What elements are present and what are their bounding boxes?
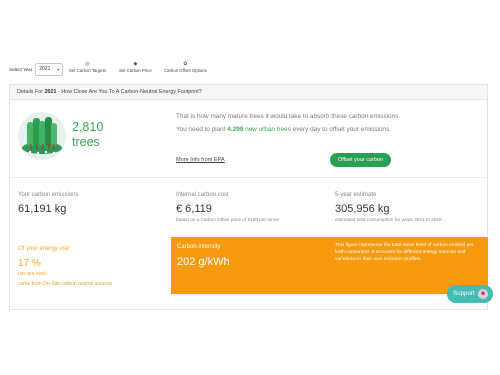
energy-kwh: (50,488 kWh) <box>18 272 47 277</box>
carbon-intensity-description: This figure represents the total mean le… <box>335 243 474 262</box>
estimate-label: 5-year estimate <box>335 192 377 198</box>
estimate-note: estimated total consumption for years 20… <box>335 217 442 222</box>
offset-carbon-button[interactable]: Offset your carbon <box>330 153 391 167</box>
emissions-label: Your carbon emissions <box>18 192 79 198</box>
set-carbon-price-label: Set Carbon Price <box>119 68 152 73</box>
year-select-value: 2021 <box>39 66 51 72</box>
header-year: 2021 <box>44 89 57 95</box>
epa-info-link[interactable]: More Info from EPA <box>176 157 225 163</box>
trees-illustration <box>18 112 66 160</box>
header-suffix: - How Close Are You To A Carbon-Neutral … <box>56 89 202 95</box>
internal-cost-label: Internal carbon cost <box>176 192 229 198</box>
header-prefix: Details For <box>17 89 45 95</box>
energy-percent: 17 % <box>18 258 41 269</box>
plant-text: You need to plant 4.299 new urban trees … <box>176 126 391 133</box>
set-carbon-targets-label: Set Carbon Targets <box>69 68 106 73</box>
set-carbon-targets-button[interactable]: ◎ Set Carbon Targets <box>69 61 106 73</box>
divider <box>10 177 487 178</box>
select-year-label: Select Year <box>9 66 33 72</box>
estimate-value: 305,956 kg <box>335 203 390 215</box>
leaf-icon: ✿ <box>183 61 188 67</box>
year-select[interactable]: 2021 ▾ <box>35 62 64 76</box>
toolbar: Select Year 2021 ▾ <box>9 60 64 78</box>
chevron-down-icon: ▾ <box>57 66 60 72</box>
internal-cost-note: based on a Carbon Offset price of €100 p… <box>176 217 280 222</box>
emissions-value: 61,191 kg <box>18 203 67 215</box>
set-carbon-price-button[interactable]: ◆ Set Carbon Price <box>119 61 152 73</box>
energy-use-label: Of your energy use <box>18 246 70 252</box>
support-label: Support <box>453 290 475 297</box>
panel-header: Details For 2021 - How Close Are You To … <box>10 85 487 100</box>
plant-prefix: You need to plant <box>176 126 228 133</box>
forest-icon <box>22 117 62 155</box>
details-panel: Details For 2021 - How Close Are You To … <box>9 84 488 310</box>
price-tag-icon: ◆ <box>133 61 138 67</box>
carbon-offset-options-button[interactable]: ✿ Carbon Offset Options <box>164 61 207 73</box>
internal-cost-value: € 6,119 <box>176 203 212 215</box>
target-icon: ◎ <box>85 61 90 67</box>
carbon-offset-options-label: Carbon Offset Options <box>164 68 207 73</box>
support-avatar-icon: ☻ <box>478 289 488 299</box>
carbon-intensity-value: 202 g/kWh <box>177 256 230 268</box>
carbon-intensity-label: Carbon intensity <box>177 244 221 250</box>
support-button[interactable]: Support ☻ <box>447 285 493 303</box>
energy-source-text: came from On-Site carbon neutral sources <box>18 281 113 287</box>
absorb-text: That is how many mature trees it would t… <box>176 113 401 120</box>
trees-word: trees <box>72 135 100 149</box>
plant-green-text: new urban trees <box>243 126 291 133</box>
trees-count: 2,810 <box>72 120 104 134</box>
plant-suffix: every day to offset your emissions. <box>290 126 391 133</box>
carbon-intensity-box: Carbon intensity 202 g/kWh This figure r… <box>171 237 488 294</box>
plant-number: 4.299 <box>227 126 244 133</box>
